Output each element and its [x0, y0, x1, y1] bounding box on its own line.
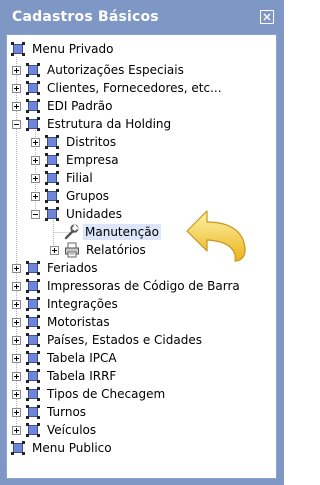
tree-label: Relatórios — [86, 243, 146, 257]
tree-label: Autorizações Especiais — [47, 63, 184, 77]
expand-toggle[interactable] — [50, 245, 59, 255]
expand-toggle[interactable] — [12, 83, 21, 93]
collapse-toggle[interactable] — [12, 119, 21, 129]
expand-toggle[interactable] — [31, 173, 40, 183]
expand-toggle[interactable] — [12, 335, 21, 345]
tree-node-feriados[interactable]: Feriados — [12, 259, 99, 277]
node-icon — [45, 171, 59, 185]
node-icon — [11, 42, 25, 56]
tree-label: Distritos — [66, 135, 117, 149]
close-icon — [263, 13, 271, 21]
tree-node-motoristas[interactable]: Motoristas — [12, 313, 112, 331]
expand-toggle[interactable] — [12, 65, 21, 75]
tree-label-selected: Manutenção — [83, 224, 161, 240]
tree-label: Tabela IPCA — [47, 351, 117, 365]
expand-toggle[interactable] — [12, 317, 21, 327]
expand-toggle[interactable] — [12, 425, 21, 435]
expand-toggle[interactable] — [12, 389, 21, 399]
tree-node-turnos[interactable]: Turnos — [12, 403, 88, 421]
printer-icon — [65, 242, 79, 258]
node-icon — [26, 261, 40, 275]
node-icon — [26, 297, 40, 311]
node-icon — [45, 207, 59, 221]
expand-toggle[interactable] — [12, 281, 21, 291]
node-icon — [26, 387, 40, 401]
tree-label: Menu Privado — [32, 42, 114, 56]
expand-toggle[interactable] — [31, 155, 40, 165]
collapse-toggle[interactable] — [31, 209, 40, 219]
tree-node-distritos[interactable]: Distritos — [31, 133, 118, 151]
tree-label: Estrutura da Holding — [47, 117, 172, 131]
expand-toggle[interactable] — [31, 191, 40, 201]
tree-label: Clientes, Fornecedores, etc... — [47, 81, 222, 95]
close-button[interactable] — [260, 10, 274, 24]
node-icon — [26, 81, 40, 95]
node-icon — [26, 351, 40, 365]
node-icon — [45, 135, 59, 149]
tree-label: Impressoras de Código de Barra — [47, 279, 240, 293]
expand-toggle[interactable] — [12, 299, 21, 309]
tree-label: Unidades — [66, 207, 122, 221]
node-icon — [26, 333, 40, 347]
tree-node-manutencao[interactable]: Manutenção — [63, 223, 161, 241]
tree-label: Tipos de Checagem — [47, 387, 166, 401]
node-icon — [26, 315, 40, 329]
tree-node-clientes[interactable]: Clientes, Fornecedores, etc... — [12, 79, 224, 97]
tree-node-ipca[interactable]: Tabela IPCA — [12, 349, 119, 367]
tree-label: Grupos — [66, 189, 110, 203]
tree-node-filial[interactable]: Filial — [31, 169, 95, 187]
tree-label: Veículos — [47, 423, 97, 437]
tree-label: Integrações — [47, 297, 118, 311]
tree-node-integracoes[interactable]: Integrações — [12, 295, 120, 313]
tree-node-irrf[interactable]: Tabela IRRF — [12, 367, 118, 385]
expand-toggle[interactable] — [12, 263, 21, 273]
tree-node-veiculos[interactable]: Veículos — [12, 421, 98, 439]
panel-title: Cadastros Básicos — [12, 9, 159, 25]
tree-node-grupos[interactable]: Grupos — [31, 187, 111, 205]
tree-label: Empresa — [66, 153, 119, 167]
node-icon — [26, 279, 40, 293]
wrench-icon — [64, 224, 79, 240]
curved-arrow-icon — [186, 210, 246, 262]
cadastros-basicos-panel: Cadastros Básicos Menu Privado Autorizaç… — [0, 0, 284, 485]
tree-label: Feriados — [47, 261, 98, 275]
expand-toggle[interactable] — [12, 407, 21, 417]
tree-node-estrutura[interactable]: Estrutura da Holding — [12, 115, 173, 133]
node-icon — [45, 153, 59, 167]
tree-label: Tabela IRRF — [47, 369, 117, 383]
tree-node-relatorios[interactable]: Relatórios — [50, 241, 148, 259]
tree-label: EDI Padrão — [47, 99, 113, 113]
tree-node-unidades[interactable]: Unidades — [31, 205, 124, 223]
tree-node-paises[interactable]: Países, Estados e Cidades — [12, 331, 204, 349]
node-icon — [26, 63, 40, 77]
tree-node-impressoras[interactable]: Impressoras de Código de Barra — [12, 277, 242, 295]
node-icon — [26, 369, 40, 383]
expand-toggle[interactable] — [12, 371, 21, 381]
node-icon — [26, 405, 40, 419]
title-bar: Cadastros Básicos — [2, 2, 282, 32]
tree-label: Filial — [66, 171, 93, 185]
tree-label: Menu Publico — [32, 441, 112, 455]
node-icon — [26, 423, 40, 437]
node-icon — [45, 189, 59, 203]
tree-node-edi[interactable]: EDI Padrão — [12, 97, 114, 115]
tree-node-menu-privado[interactable]: Menu Privado — [11, 40, 115, 58]
expand-toggle[interactable] — [12, 101, 21, 111]
tree-node-empresa[interactable]: Empresa — [31, 151, 121, 169]
expand-toggle[interactable] — [31, 137, 40, 147]
tree-node-menu-publico[interactable]: Menu Publico — [11, 439, 114, 457]
tree-node-autorizacoes[interactable]: Autorizações Especiais — [12, 61, 186, 79]
tree-label: Motoristas — [47, 315, 110, 329]
tree-label: Países, Estados e Cidades — [47, 333, 202, 347]
tree-container: Menu Privado Autorizações Especiais Clie… — [6, 34, 277, 479]
node-icon — [11, 441, 25, 455]
tree-node-checagem[interactable]: Tipos de Checagem — [12, 385, 167, 403]
expand-toggle[interactable] — [12, 353, 21, 363]
tree-label: Turnos — [47, 405, 87, 419]
node-icon — [26, 117, 40, 131]
node-icon — [26, 99, 40, 113]
